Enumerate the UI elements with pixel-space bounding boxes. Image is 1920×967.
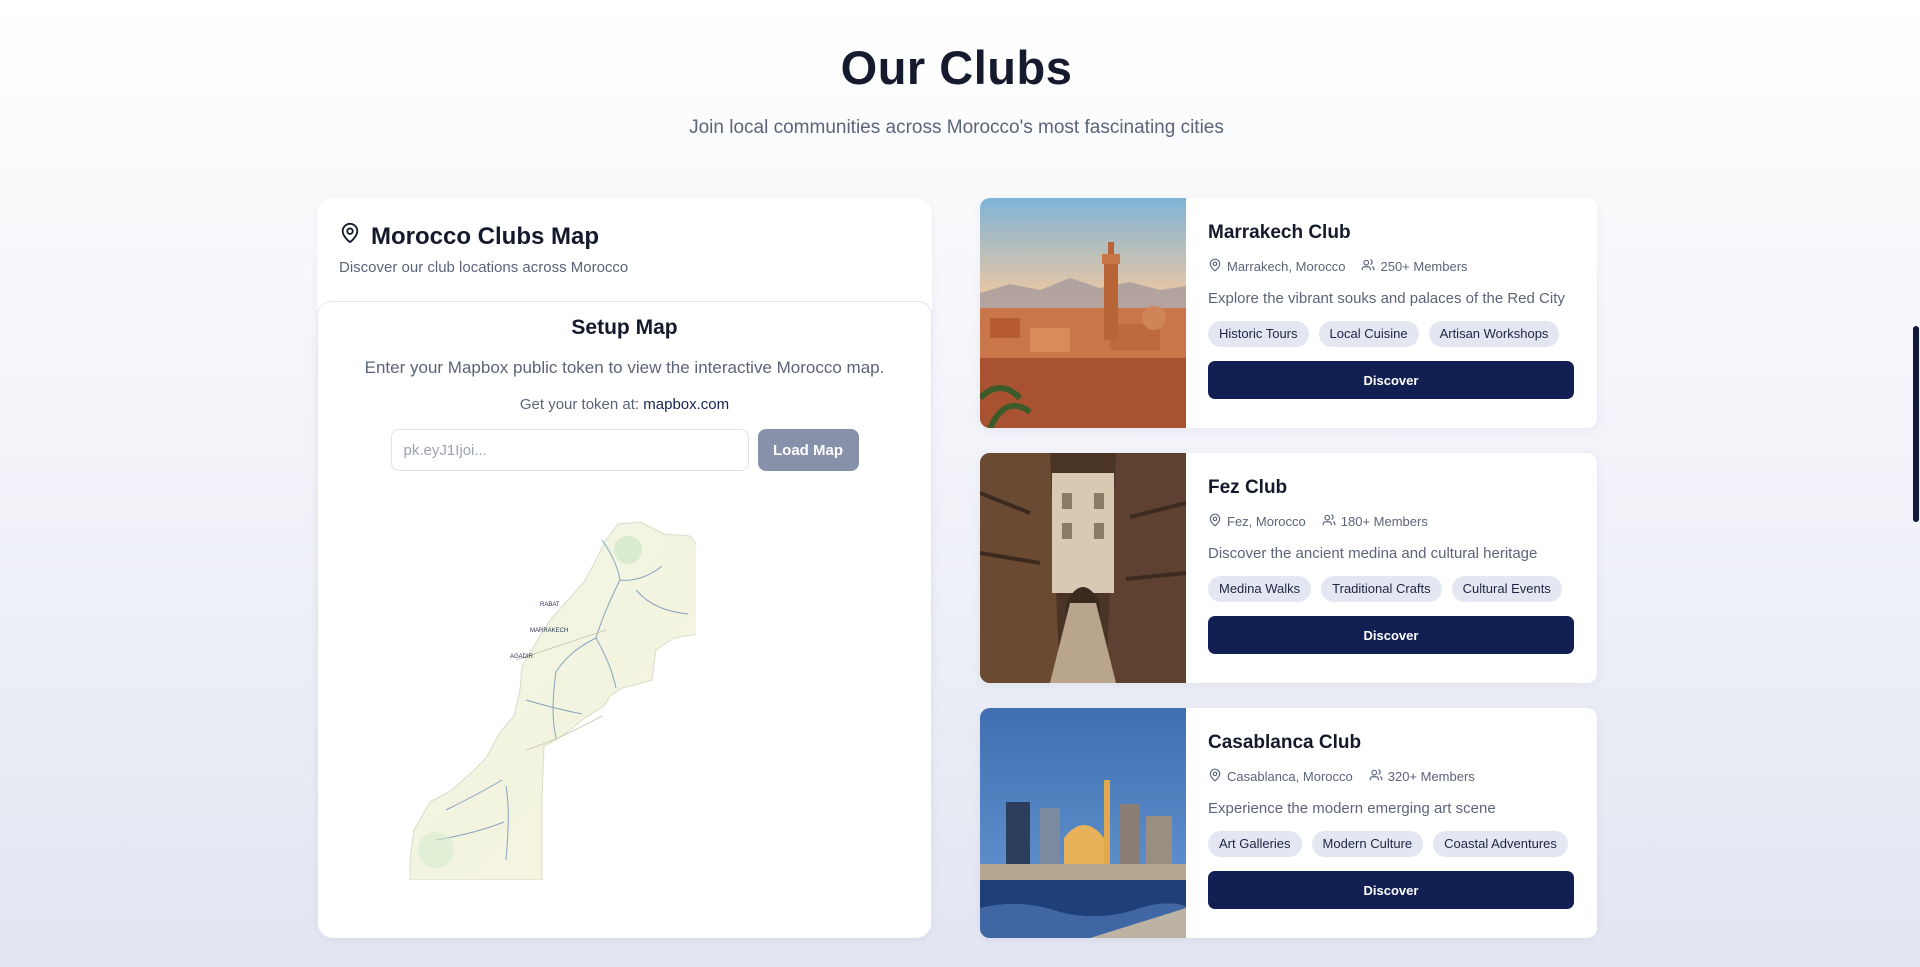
- fez-club-image: [980, 453, 1186, 683]
- club-location: Marrakech, Morocco: [1208, 258, 1345, 275]
- club-location-text: Marrakech, Morocco: [1227, 259, 1346, 274]
- club-card-casablanca: Casablanca Club Casablanca, Morocco 320+…: [980, 708, 1597, 938]
- setup-description: Enter your Mapbox public token to view t…: [364, 358, 885, 377]
- section-header: Our Clubs Join local communities across …: [0, 40, 1913, 139]
- page-scrollbar[interactable]: [1912, 0, 1920, 967]
- map-card-header: Morocco Clubs Map Discover our club loca…: [317, 198, 932, 301]
- club-description: Explore the vibrant souks and palaces of…: [1208, 290, 1565, 307]
- scrollbar-thumb[interactable]: [1913, 326, 1919, 522]
- token-hint: Get your token at: mapbox.com: [318, 396, 931, 413]
- map-label-agadir: AGADIR: [510, 654, 534, 660]
- club-members-text: 250+ Members: [1380, 259, 1468, 274]
- setup-map-panel: Setup Map Enter your Mapbox public token…: [317, 301, 932, 938]
- marrakech-club-image: [980, 198, 1186, 428]
- club-members-text: 180+ Members: [1340, 514, 1428, 529]
- discover-button-casablanca[interactable]: Discover: [1208, 871, 1574, 909]
- map-pin-icon: [1208, 768, 1222, 785]
- club-tag: Historic Tours: [1208, 321, 1309, 347]
- club-location: Casablanca, Morocco: [1208, 768, 1353, 785]
- mapbox-link[interactable]: mapbox.com: [643, 396, 729, 413]
- club-members-text: 320+ Members: [1387, 769, 1475, 784]
- map-pin-icon: [1208, 513, 1222, 530]
- club-description: Experience the modern emerging art scene: [1208, 800, 1496, 817]
- club-card-body: Marrakech Club Marrakech, Morocco 250+ M…: [1186, 198, 1597, 428]
- club-tag: Traditional Crafts: [1321, 576, 1442, 602]
- discover-button-fez[interactable]: Discover: [1208, 616, 1574, 654]
- page-subtitle: Join local communities across Morocco's …: [689, 117, 1224, 138]
- club-members: 320+ Members: [1369, 768, 1475, 785]
- club-meta: Casablanca, Morocco 320+ Members: [1208, 768, 1574, 785]
- club-name: Marrakech Club: [1208, 222, 1351, 243]
- club-name: Fez Club: [1208, 477, 1288, 498]
- club-description: Discover the ancient medina and cultural…: [1208, 545, 1538, 562]
- casablanca-club-image: [980, 708, 1186, 938]
- club-members: 180+ Members: [1322, 513, 1428, 530]
- club-meta: Fez, Morocco 180+ Members: [1208, 513, 1574, 530]
- page-title: Our Clubs: [840, 41, 1073, 94]
- club-tag: Medina Walks: [1208, 576, 1312, 602]
- map-card-title-text: Morocco Clubs Map: [371, 222, 600, 250]
- club-tag: Artisan Workshops: [1428, 321, 1560, 347]
- club-name: Casablanca Club: [1208, 732, 1362, 753]
- map-label-rabat: RABAT: [540, 602, 560, 608]
- club-card-body: Casablanca Club Casablanca, Morocco 320+…: [1186, 708, 1597, 938]
- club-location-text: Casablanca, Morocco: [1227, 769, 1353, 784]
- club-tag: Art Galleries: [1208, 831, 1302, 857]
- map-card: Morocco Clubs Map Discover our club loca…: [317, 198, 932, 938]
- users-icon: [1322, 513, 1336, 530]
- morocco-map-image: RABAT MARRAKECH AGADIR: [409, 521, 696, 880]
- map-label-marrakech: MARRAKECH: [530, 628, 568, 634]
- club-card-body: Fez Club Fez, Morocco 180+ Members Disco…: [1186, 453, 1597, 683]
- users-icon: [1361, 258, 1375, 275]
- club-card-marrakech: Marrakech Club Marrakech, Morocco 250+ M…: [980, 198, 1597, 428]
- club-tag: Coastal Adventures: [1433, 831, 1568, 857]
- map-card-description: Discover our club locations across Moroc…: [339, 259, 629, 276]
- club-tag: Modern Culture: [1311, 831, 1424, 857]
- club-tag: Cultural Events: [1451, 576, 1562, 602]
- token-form: Load Map: [318, 429, 931, 471]
- club-members: 250+ Members: [1361, 258, 1468, 275]
- club-tag: Local Cuisine: [1318, 321, 1419, 347]
- users-icon: [1369, 768, 1383, 785]
- club-location: Fez, Morocco: [1208, 513, 1306, 530]
- club-location-text: Fez, Morocco: [1227, 514, 1306, 529]
- discover-button-marrakech[interactable]: Discover: [1208, 361, 1574, 399]
- load-map-button[interactable]: Load Map: [757, 429, 859, 471]
- setup-title: Setup Map: [571, 316, 678, 339]
- club-card-fez: Fez Club Fez, Morocco 180+ Members Disco…: [980, 453, 1597, 683]
- club-tags: Medina Walks Traditional Crafts Cultural…: [1208, 576, 1574, 602]
- token-hint-prefix: Get your token at:: [519, 396, 640, 413]
- club-tags: Historic Tours Local Cuisine Artisan Wor…: [1208, 321, 1574, 347]
- club-meta: Marrakech, Morocco 250+ Members: [1208, 258, 1574, 275]
- token-input[interactable]: [390, 429, 749, 471]
- map-pin-icon: [1208, 258, 1222, 275]
- club-tags: Art Galleries Modern Culture Coastal Adv…: [1208, 831, 1574, 857]
- map-pin-icon: [339, 222, 361, 251]
- map-card-title: Morocco Clubs Map: [339, 222, 910, 251]
